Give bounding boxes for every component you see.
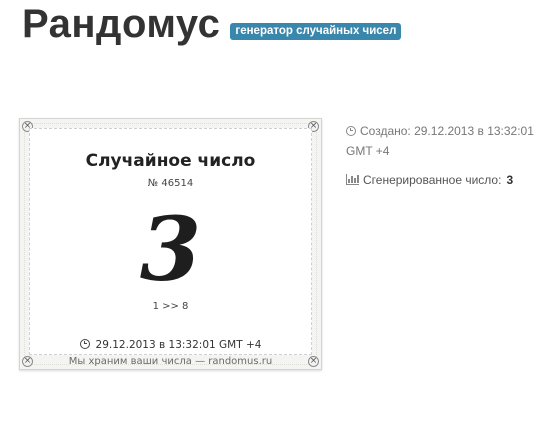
card-title: Случайное число [85, 151, 256, 171]
random-number-card: × × × × Случайное число № 46514 3 1 >> 8… [19, 118, 322, 370]
created-info: Создано: 29.12.2013 в 13:32:01 GMT +4 [346, 121, 551, 161]
info-panel: Создано: 29.12.2013 в 13:32:01 GMT +4 Сг… [346, 121, 551, 188]
card-date: 29.12.2013 в 13:32:01 GMT +4 [30, 339, 311, 351]
clock-icon [346, 126, 356, 136]
generated-label: Сгенерированное число: [363, 173, 502, 187]
bar-chart-icon [346, 174, 359, 185]
page: Рандомус генератор случайных чисел × × ×… [0, 0, 560, 421]
generated-value: 3 [506, 173, 514, 187]
card-serial-number: № 46514 [147, 178, 194, 189]
created-text: Создано: 29.12.2013 в 13:32:01 GMT +4 [346, 124, 534, 158]
random-number-value: 3 [139, 197, 202, 301]
card-content: Случайное число № 46514 3 1 >> 8 29.12.2… [29, 128, 312, 355]
clock-icon [79, 339, 90, 349]
card-date-text: 29.12.2013 в 13:32:01 GMT +4 [95, 339, 262, 351]
site-header: Рандомус генератор случайных чисел [22, 0, 402, 48]
site-title[interactable]: Рандомус [22, 0, 220, 48]
card-range: 1 >> 8 [152, 301, 189, 312]
card-footer: Мы храним ваши числа — randomus.ru [68, 356, 273, 367]
generated-info: Сгенерированное число: 3 [346, 172, 551, 188]
site-tagline-badge: генератор случайных чисел [230, 23, 402, 40]
